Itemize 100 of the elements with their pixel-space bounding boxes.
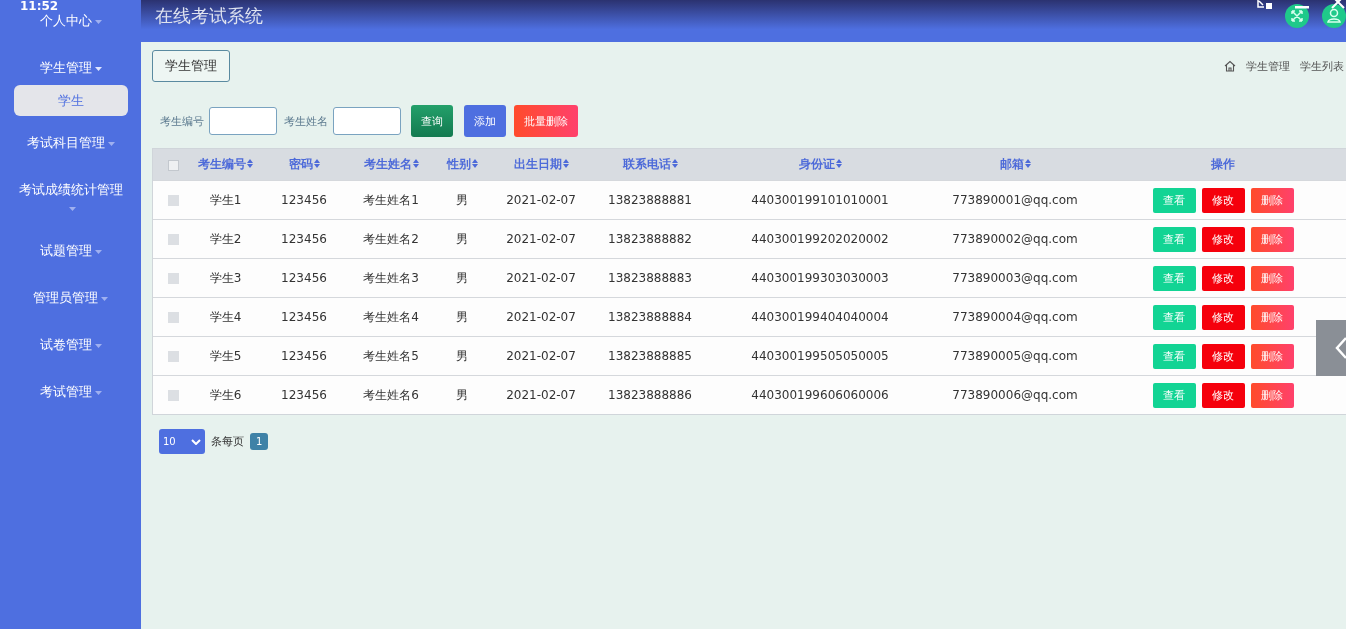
input-field[interactable] xyxy=(209,107,277,135)
table-cell: 考生姓名1 xyxy=(363,192,419,207)
sidebar-submenu-item[interactable]: 学生 xyxy=(13,85,128,116)
sort-icon[interactable] xyxy=(412,159,419,168)
sidebar-menu-item[interactable]: 管理员管理 xyxy=(15,289,126,311)
table-cell: 123456 xyxy=(281,310,327,324)
row-checkbox[interactable] xyxy=(167,312,179,323)
table-cell: 440300199101010001 xyxy=(751,193,889,207)
table-cell: 440300199505050005 xyxy=(751,349,889,363)
row-action-button[interactable]: 查看 xyxy=(1152,226,1196,252)
row-action-button[interactable]: 修改 xyxy=(1201,226,1245,252)
caret-icon xyxy=(94,343,102,348)
table-cell: 男 xyxy=(456,192,468,207)
table-cell: 440300199303030003 xyxy=(751,271,889,285)
row-action-button[interactable]: 修改 xyxy=(1201,304,1245,330)
breadcrumb-item[interactable]: 学生管理 xyxy=(1246,58,1290,74)
table-cell: 学生4 xyxy=(209,309,242,324)
sort-icon[interactable] xyxy=(671,159,678,168)
table-cell: 2021-02-07 xyxy=(506,232,576,246)
row-action-button[interactable]: 删除 xyxy=(1250,382,1294,408)
page-tab[interactable]: 学生管理 xyxy=(152,50,230,82)
column-header[interactable]: 考生姓名 xyxy=(363,157,419,171)
column-header[interactable]: 密码 xyxy=(288,157,320,171)
row-action-button[interactable]: 修改 xyxy=(1201,382,1245,408)
row-action-button[interactable]: 修改 xyxy=(1201,343,1245,369)
row-action-button[interactable]: 删除 xyxy=(1250,187,1294,213)
row-action-button[interactable]: 删除 xyxy=(1250,304,1294,330)
sidebar-menu-item[interactable]: 考试科目管理 xyxy=(15,134,126,156)
user-icon[interactable] xyxy=(1322,4,1346,28)
row-action-button[interactable]: 删除 xyxy=(1250,265,1294,291)
row-action-button[interactable]: 查看 xyxy=(1152,382,1196,408)
row-action-button[interactable]: 查看 xyxy=(1152,187,1196,213)
column-header[interactable]: 性别 xyxy=(446,157,478,171)
sort-icon[interactable] xyxy=(313,159,320,168)
sort-icon[interactable] xyxy=(471,159,478,168)
table-cell: 773890006@qq.com xyxy=(952,388,1078,402)
sidebar-menu-item[interactable]: 试卷管理 xyxy=(15,336,126,358)
restore-window-icon[interactable] xyxy=(1257,0,1273,10)
row-action-button[interactable]: 删除 xyxy=(1250,226,1294,252)
row-action-button[interactable]: 删除 xyxy=(1250,343,1294,369)
table-cell: 773890001@qq.com xyxy=(952,193,1078,207)
table-cell: 13823888885 xyxy=(608,349,692,363)
close-icon[interactable] xyxy=(1331,0,1345,9)
table-cell: 考生姓名2 xyxy=(363,231,419,246)
column-header[interactable]: 联系电话 xyxy=(622,157,678,171)
table-cell: 男 xyxy=(456,270,468,285)
table-cell: 考生姓名4 xyxy=(363,309,419,324)
home-icon[interactable] xyxy=(1224,60,1236,72)
sidebar-menu-item[interactable]: 考试管理 xyxy=(15,383,126,405)
table-cell: 13823888886 xyxy=(608,388,692,402)
minimize-icon[interactable] xyxy=(1295,6,1309,9)
table-cell: 123456 xyxy=(281,271,327,285)
table-cell: 773890003@qq.com xyxy=(952,271,1078,285)
row-checkbox[interactable] xyxy=(167,234,179,245)
row-action-button[interactable]: 查看 xyxy=(1152,343,1196,369)
row-checkbox[interactable] xyxy=(167,351,179,362)
sidebar-menu-item[interactable]: 考试成绩统计管理 xyxy=(15,181,126,217)
column-header[interactable]: 身份证 xyxy=(798,157,842,171)
sort-icon[interactable] xyxy=(835,159,842,168)
table-cell: 773890004@qq.com xyxy=(952,310,1078,324)
sidebar-menu-item[interactable]: 试题管理 xyxy=(15,242,126,264)
table-cell: 13823888881 xyxy=(608,193,692,207)
per-page-label: 条每页 xyxy=(211,434,244,449)
select-all-checkbox[interactable] xyxy=(167,159,179,171)
sort-icon[interactable] xyxy=(562,159,569,168)
field-label: 考生姓名 xyxy=(284,113,328,129)
sort-icon[interactable] xyxy=(247,159,253,168)
caret-icon xyxy=(94,249,102,254)
toolbar-button[interactable]: 批量删除 xyxy=(514,105,578,137)
column-header[interactable]: 考生编号 xyxy=(198,157,253,171)
table-cell: 440300199404040004 xyxy=(751,310,889,324)
table-cell: 440300199202020002 xyxy=(751,232,889,246)
row-checkbox[interactable] xyxy=(167,195,179,206)
toolbar-button[interactable]: 查询 xyxy=(411,105,453,137)
fullscreen-icon[interactable] xyxy=(1285,4,1309,28)
breadcrumb-item[interactable]: 学生列表 xyxy=(1300,58,1344,74)
sidebar-menu-item[interactable]: 个人中心 xyxy=(15,12,126,34)
sidebar-menu-item[interactable]: 学生管理 xyxy=(15,59,126,81)
row-action-button[interactable]: 查看 xyxy=(1152,265,1196,291)
column-header[interactable]: 操作 xyxy=(1211,157,1235,171)
page-number[interactable]: 1 xyxy=(250,433,269,450)
column-header[interactable]: 出生日期 xyxy=(513,157,569,171)
input-field[interactable] xyxy=(333,107,401,135)
caret-icon xyxy=(94,66,102,71)
row-checkbox[interactable] xyxy=(167,390,179,401)
table-cell: 2021-02-07 xyxy=(506,193,576,207)
table-cell: 男 xyxy=(456,309,468,324)
row-action-button[interactable]: 查看 xyxy=(1152,304,1196,330)
row-action-button[interactable]: 修改 xyxy=(1201,187,1245,213)
sort-icon[interactable] xyxy=(1024,159,1031,168)
table-cell: 考生姓名5 xyxy=(363,348,419,363)
toolbar-button[interactable]: 添加 xyxy=(464,105,506,137)
collapse-handle-icon[interactable] xyxy=(1316,320,1346,376)
column-header[interactable]: 邮箱 xyxy=(999,157,1031,171)
chevron-down-icon xyxy=(191,438,201,445)
row-checkbox[interactable] xyxy=(167,273,179,284)
page-size-select[interactable]: 10 xyxy=(159,429,205,454)
row-action-button[interactable]: 修改 xyxy=(1201,265,1245,291)
caret-icon xyxy=(101,296,108,301)
table-cell: 440300199606060006 xyxy=(751,388,889,402)
